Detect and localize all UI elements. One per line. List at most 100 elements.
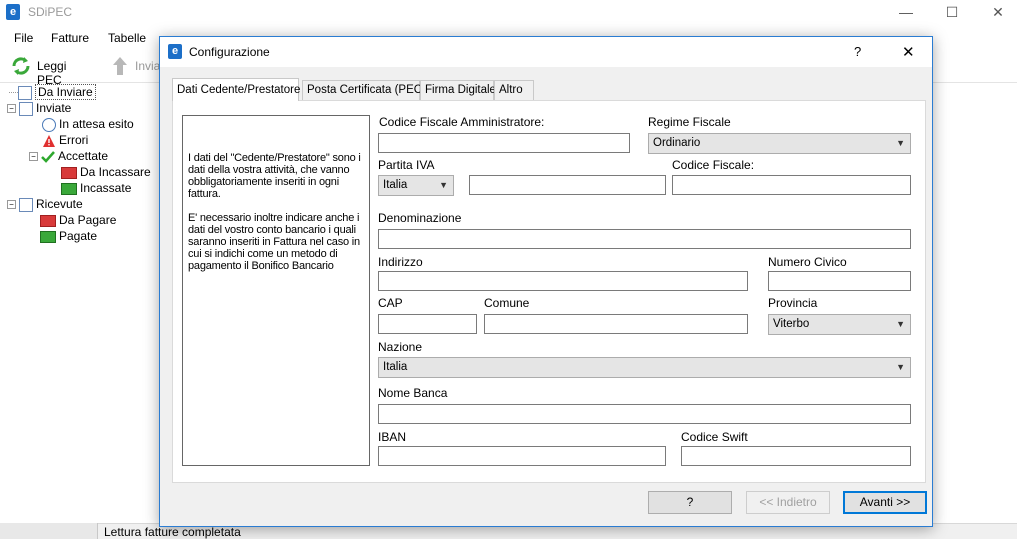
tree-label: Pagate [59,229,98,243]
cap-field[interactable] [378,314,477,334]
help-button[interactable]: ? [648,491,732,514]
label-nazione: Nazione [378,340,423,354]
regime-select[interactable]: Ordinario ▼ [648,133,911,154]
info-box: I dati del "Cedente/Prestatore" sono i d… [182,115,370,466]
tree-item-in-attesa-esito[interactable]: In attesa esito [42,116,134,132]
tab-panel: I dati del "Cedente/Prestatore" sono i d… [172,100,926,483]
tree-item-da-inviare[interactable]: Da Inviare [9,84,96,100]
tree-item-da-pagare[interactable]: Da Pagare [40,212,116,228]
tree-item-da-incassare[interactable]: Da Incassare [61,164,151,180]
read-pec-label: Leggi PEC [37,59,67,87]
nazione-select[interactable]: Italia ▼ [378,357,911,378]
send-label: Invia [135,59,161,73]
tree-label: Ricevute [36,197,83,211]
label-denominazione: Denominazione [378,211,462,225]
tree-label: Errori [59,133,89,147]
close-button[interactable]: ✕ [975,0,1017,27]
tree-item-inviate[interactable]: − Inviate [7,100,71,116]
label-iban: IBAN [378,430,407,444]
menu-file[interactable]: File [14,31,33,45]
info-paragraph-2: E' necessario inoltre indicare anche i d… [188,212,360,272]
tree-item-incassate[interactable]: Incassate [61,180,131,196]
denominazione-field[interactable] [378,229,911,249]
dialog-close-button[interactable]: ✕ [902,43,915,61]
tab-altro[interactable]: Altro [494,80,534,100]
read-pec-button[interactable]: Leggi PEC [8,54,94,87]
money-red-icon [61,166,77,179]
dialog-help-button[interactable]: ? [854,44,861,59]
tree-label: Da Incassare [80,165,151,179]
configuration-dialog: e Configurazione ? ✕ Dati Cedente/Presta… [159,36,933,527]
tree-label: In attesa esito [59,117,134,131]
label-cap: CAP [378,296,403,310]
piva-field[interactable] [469,175,666,195]
label-indirizzo: Indirizzo [378,255,423,269]
status-text: Lettura fatture completata [104,525,241,539]
provincia-select[interactable]: Viterbo ▼ [768,314,911,335]
banca-field[interactable] [378,404,911,424]
tab-firma-digitale[interactable]: Firma Digitale [420,80,496,100]
tree-label: Accettate [58,149,109,163]
swift-field[interactable] [681,446,911,466]
app-title: SDiPEC [28,5,73,19]
document-folder-icon [19,101,33,116]
comune-field[interactable] [484,314,748,334]
maximize-button[interactable]: ☐ [929,0,975,27]
money-red-icon [40,214,56,227]
next-button[interactable]: Avanti >> [843,491,927,514]
label-cf-admin: Codice Fiscale Amministratore: [379,115,545,129]
nazione-value: Italia [383,361,408,373]
chevron-down-icon: ▼ [896,362,905,372]
piva-country-select[interactable]: Italia ▼ [378,175,454,196]
indirizzo-field[interactable] [378,271,748,291]
label-cf: Codice Fiscale: [672,158,755,172]
chevron-down-icon: ▼ [896,319,905,329]
label-regime: Regime Fiscale [648,115,731,129]
warning-icon [43,134,55,147]
arrow-up-icon [113,57,127,75]
label-provincia: Provincia [768,296,818,310]
money-green-icon [61,182,77,195]
label-piva: Partita IVA [378,158,435,172]
folder-tree: Da Inviare − Inviate In attesa esito Erro… [0,84,160,524]
app-logo-icon: e [6,4,20,20]
label-civico: Numero Civico [768,255,847,269]
iban-field[interactable] [378,446,666,466]
dialog-titlebar [160,37,932,67]
dialog-title: Configurazione [189,45,270,59]
money-green-icon [40,230,56,243]
tab-posta-certificata[interactable]: Posta Certificata (PEC) [302,80,426,100]
provincia-value: Viterbo [773,318,810,330]
tree-label: Incassate [80,181,132,195]
menu-fatture[interactable]: Fatture [51,31,89,45]
tree-label: Da Inviare [35,84,96,100]
civico-field[interactable] [768,271,911,291]
tree-item-errori[interactable]: Errori [42,132,88,148]
label-banca: Nome Banca [378,386,448,400]
clock-icon [42,117,56,132]
label-swift: Codice Swift [681,430,748,444]
label-comune: Comune [484,296,530,310]
cf-field[interactable] [672,175,911,195]
piva-country-value: Italia [383,179,408,191]
document-folder-icon [19,197,33,212]
tree-label: Inviate [36,101,72,115]
tree-label: Da Pagare [59,213,117,227]
minimize-button[interactable]: — [883,0,929,27]
regime-value: Ordinario [653,137,701,149]
send-button[interactable]: Invia [108,54,160,78]
refresh-icon [12,57,30,75]
info-paragraph-1: I dati del "Cedente/Prestatore" sono i d… [188,152,361,200]
tab-dati-cedente[interactable]: Dati Cedente/Prestatore [172,78,300,101]
back-button[interactable]: << Indietro [746,491,830,514]
tree-item-ricevute[interactable]: − Ricevute [7,196,83,212]
menu-tabelle[interactable]: Tabelle [108,31,146,45]
tree-item-accettate[interactable]: − Accettate [29,148,108,164]
checkmark-icon [41,150,55,163]
chevron-down-icon: ▼ [896,138,905,148]
cf-admin-field[interactable] [378,133,630,153]
status-progress-panel [0,523,98,539]
app-titlebar [0,0,1017,27]
tree-item-pagate[interactable]: Pagate [40,228,97,244]
dialog-logo-icon: e [168,44,182,59]
